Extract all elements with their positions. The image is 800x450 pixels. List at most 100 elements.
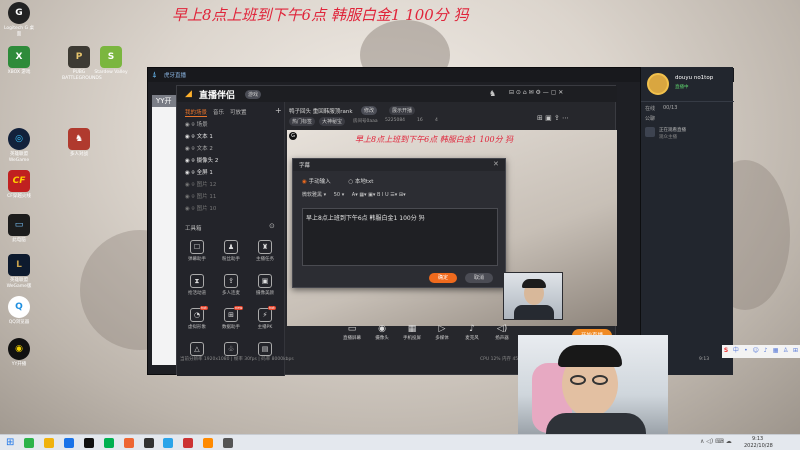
tool-item[interactable]: ♟ 粉丝助手 (219, 240, 243, 262)
qq-app-icon[interactable] (163, 438, 174, 448)
confirm-button[interactable]: 确定 (429, 273, 457, 283)
chinese-mode-icon[interactable]: 中 (732, 345, 740, 354)
font-select-arrow-icon[interactable]: ▾ (324, 192, 327, 198)
multi-mic-icon: ⇪ (224, 274, 238, 288)
eye-icon[interactable]: ◉ ⌾ (185, 158, 195, 164)
orange-app-icon[interactable] (203, 438, 214, 448)
size-arrow-icon[interactable]: ▾ (342, 192, 345, 198)
toolbox-more-icon[interactable]: ⊙ (269, 222, 275, 230)
edge-app-icon[interactable] (63, 438, 74, 448)
eye-icon[interactable]: ◉ ⌾ (185, 134, 195, 140)
desktop-icon-multiplayer[interactable]: ♞ 多人对战 (62, 128, 96, 158)
scene-item[interactable]: ◉ ⌾ 文本 1 (185, 132, 279, 143)
desktop-icon-stardew[interactable]: S Stardew Valley (94, 46, 128, 76)
folder-app-icon[interactable] (43, 438, 54, 448)
announce-button[interactable]: 展示开播 (389, 106, 416, 115)
title-controls[interactable]: ⊟ ⊙ ⌂ ✉ ⚙ — ▢ ✕ (509, 89, 563, 96)
room-number: 房间号0aaa (353, 119, 378, 124)
scene-item[interactable]: ◉ ⌾ 图片 12 (185, 180, 279, 191)
share-icons[interactable]: ⊞ ▣ ⇪ ⋯ (537, 114, 569, 122)
app-icon[interactable] (223, 438, 234, 448)
font-select[interactable]: 微软雅黑 (302, 192, 322, 198)
camera-button[interactable]: ◉ 摄像头 (368, 324, 396, 341)
scene-item[interactable]: ◉ ⌾ 摄像头 2 (185, 156, 279, 167)
tab-scenes[interactable]: 我的场景 (185, 110, 208, 117)
phone-cast-button[interactable]: ▦ 手机投屏 (398, 324, 426, 341)
sogou-icon[interactable]: S (722, 347, 730, 355)
desktop-icon-pubg[interactable]: P PUBG BATTLEGROUNDS (62, 46, 102, 82)
desktop-icon-label: 多人对战 (70, 152, 88, 157)
chat-tab[interactable]: 公聊 (645, 115, 655, 122)
radio-file-label: 本地txt (354, 179, 374, 185)
add-scene-icon[interactable]: + (275, 106, 282, 115)
speaker-button[interactable]: ◁) 扬声器 (488, 324, 516, 341)
tool-item[interactable]: ⇪ 多人连麦 (219, 274, 243, 296)
scene-item[interactable]: ◉ ⌾ 文本 2 (185, 144, 279, 155)
tab-music[interactable]: 音乐 (213, 110, 224, 116)
tool-item[interactable]: ⊞ 数据助手 new (219, 306, 244, 330)
divider (641, 101, 734, 102)
streamer-hair (558, 345, 622, 367)
eye-icon[interactable]: ◉ ⌾ (185, 182, 195, 188)
radio-file[interactable]: ○ (348, 179, 353, 185)
scene-item[interactable]: ◉ ⌾ 图片 10 (185, 204, 279, 215)
desktop-icon-computer[interactable]: ▭ 此电脑 (2, 214, 36, 244)
avatar[interactable] (647, 73, 669, 95)
scene-item[interactable]: ◉ ⌾ 图片 11 (185, 192, 279, 203)
scene-item[interactable]: ◉ ⌾ 全屏 1 (185, 168, 279, 179)
radio-manual[interactable]: ◉ (302, 179, 307, 185)
danmu-icon: ☐ (190, 240, 204, 254)
media-button[interactable]: ▷ 多媒体 (428, 324, 456, 341)
logitech-app-icon[interactable] (83, 438, 94, 448)
grid-icon[interactable]: ⊞ (791, 347, 799, 355)
xbox-icon: X (8, 46, 30, 68)
desktop-icon-lol[interactable]: L 英雄联盟 WeGame版 (2, 254, 36, 290)
game-app-icon[interactable] (123, 438, 134, 448)
eye-icon[interactable]: ◉ ⌾ (185, 170, 195, 176)
scene-item[interactable]: ◉ ⌾ 场景 (185, 120, 279, 131)
tool-item[interactable]: ⚡ 主播PK hot (253, 306, 277, 330)
mic-icon[interactable]: ♪ (762, 347, 770, 355)
eye-icon[interactable]: ◉ ⌾ (185, 194, 195, 200)
bird-icon[interactable]: ♞ (489, 89, 496, 98)
avatar-icon: ◔ (190, 308, 204, 322)
tool-item[interactable]: ▣ 摄像美颜 (253, 274, 277, 296)
desktop-icon-wegame[interactable]: ◎ 英雄联盟 WeGame (2, 128, 36, 164)
tool-item[interactable]: ⧗ 抢活动道 (185, 274, 209, 296)
start-icon[interactable]: ⊞ (6, 437, 14, 448)
keyboard-icon[interactable]: ▦ (772, 347, 780, 355)
scene-label: 全屏 1 (196, 170, 213, 176)
tab-placeable[interactable]: 可放置 (230, 110, 247, 116)
desktop-icon-qqbrowser[interactable]: Q QQ浏览器 (2, 296, 36, 326)
wechat-app-icon[interactable] (24, 438, 34, 448)
tag-2[interactable]: 大神秘宝 (319, 117, 346, 126)
huya-app-icon[interactable] (143, 438, 154, 448)
emoji-icon[interactable]: ☺ (752, 347, 760, 355)
eye-icon[interactable]: ◉ ⌾ (185, 206, 195, 212)
edit-title-button[interactable]: 修改 (361, 106, 378, 115)
version-badge[interactable]: 游戏 (245, 90, 262, 99)
shirt-icon[interactable]: ♙ (782, 347, 790, 355)
format-icons[interactable]: A▾ ▦▾ ▣▾ B I U ☰▾ ⊞▾ (352, 192, 406, 198)
desktop-icon-crossfire[interactable]: CF CF穿越火线 (2, 170, 36, 200)
chat-app-icon[interactable] (103, 438, 114, 448)
desktop-icon-xbox[interactable]: X XBOX 游戏 (2, 46, 36, 76)
tool-item[interactable]: ♜ 主播任务 (253, 240, 277, 262)
tag-1[interactable]: 热门标签 (289, 117, 316, 126)
more-icon: △ (190, 342, 204, 356)
desktop-icon-logitech[interactable]: G Logitech G 桌面 (2, 2, 36, 38)
screen-capture-button[interactable]: ▭ 直播屏幕 (338, 324, 366, 341)
size-select[interactable]: 50 (334, 192, 340, 198)
punctuation-icon[interactable]: • (742, 347, 750, 355)
cancel-button[interactable]: 取消 (465, 273, 493, 283)
dialog-close-icon[interactable]: ✕ (493, 160, 499, 168)
eye-icon[interactable]: ◉ ⌾ (185, 122, 195, 128)
tray-icons[interactable]: ∧ ◁) ⌨ ☁ (700, 438, 732, 445)
red-app-icon[interactable] (183, 438, 194, 448)
tool-item[interactable]: ☐ 弹幕助手 (185, 240, 209, 262)
tool-item[interactable]: ◔ 虚拟形象 hot (185, 306, 209, 330)
subtitle-text-input[interactable]: 早上8点上班到下午6点 韩服白金1 100分 犸 (302, 208, 498, 266)
microphone-button[interactable]: ♪ 麦克风 (458, 324, 486, 341)
eye-icon[interactable]: ◉ ⌾ (185, 146, 195, 152)
desktop-icon-yy[interactable]: ◉ YY开播 (2, 338, 36, 368)
